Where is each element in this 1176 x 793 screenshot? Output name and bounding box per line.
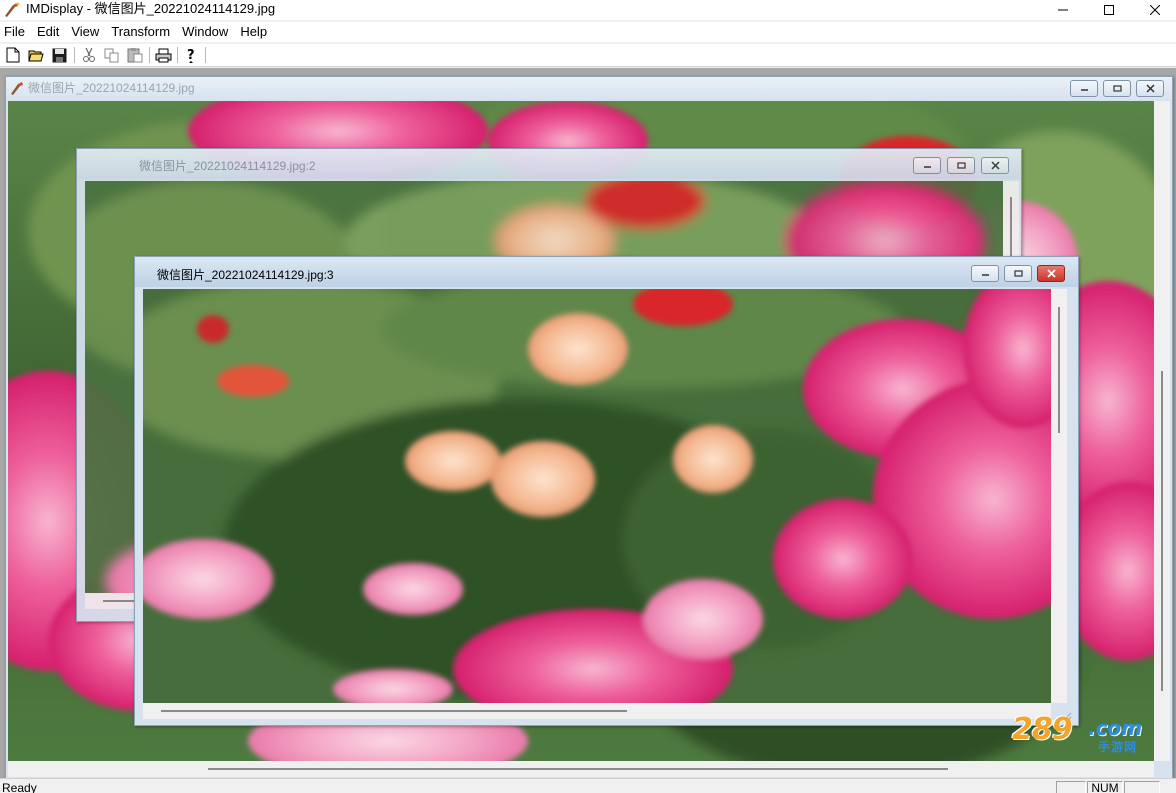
close-button[interactable] bbox=[1132, 0, 1176, 20]
status-panel-scroll bbox=[1124, 781, 1160, 793]
document-3-close-button[interactable] bbox=[1037, 265, 1065, 282]
restore-icon bbox=[956, 162, 966, 169]
document-1-horizontal-scrollbar[interactable] bbox=[8, 761, 1154, 777]
document-2-title-bar[interactable]: 微信图片_20221024114129.jpg:2 bbox=[77, 149, 1021, 179]
watermark-subtitle: 手游网 bbox=[1098, 740, 1138, 754]
document-window-3[interactable]: 微信图片_20221024114129.jpg:3 bbox=[134, 256, 1079, 726]
toolbar: ? bbox=[0, 44, 1176, 67]
title-bar: IMDisplay - 微信图片_20221024114129.jpg bbox=[0, 0, 1176, 20]
menu-transform[interactable]: Transform bbox=[105, 22, 176, 42]
scroll-thumb[interactable] bbox=[208, 768, 948, 770]
menu-bar: File Edit View Transform Window Help bbox=[0, 22, 1176, 42]
document-2-close-button[interactable] bbox=[981, 157, 1009, 174]
menu-view[interactable]: View bbox=[65, 22, 105, 42]
copy-icon bbox=[104, 48, 119, 62]
paste-icon bbox=[127, 48, 143, 63]
open-icon bbox=[28, 50, 44, 62]
document-3-image bbox=[143, 289, 1051, 703]
open-button[interactable] bbox=[27, 46, 45, 64]
save-button[interactable] bbox=[50, 46, 68, 64]
new-button[interactable] bbox=[4, 46, 22, 64]
watermark-domain: .com bbox=[1088, 716, 1143, 740]
close-icon bbox=[990, 161, 1000, 170]
status-panel-cap bbox=[1056, 781, 1086, 793]
scroll-thumb[interactable] bbox=[1161, 371, 1163, 691]
help-button[interactable]: ? bbox=[183, 46, 201, 64]
minimize-button[interactable] bbox=[1040, 0, 1086, 20]
app-window: IMDisplay - 微信图片_20221024114129.jpg File… bbox=[0, 0, 1176, 793]
watermark-number: 289 bbox=[1012, 712, 1073, 747]
document-1-restore-button[interactable] bbox=[1103, 80, 1131, 97]
document-2-restore-button[interactable] bbox=[947, 157, 975, 174]
restore-icon bbox=[1013, 270, 1023, 277]
paste-button[interactable] bbox=[126, 46, 144, 64]
document-3-restore-button[interactable] bbox=[1004, 265, 1032, 282]
save-icon bbox=[52, 48, 66, 62]
mdi-client-area: 微信图片_20221024114129.jpg 微信图片_20221024114… bbox=[0, 68, 1176, 778]
cut-icon bbox=[83, 47, 95, 62]
window-title: IMDisplay - 微信图片_20221024114129.jpg bbox=[26, 1, 276, 16]
site-watermark: 289 .com 手游网 bbox=[1012, 712, 1152, 754]
status-text: Ready bbox=[2, 781, 37, 793]
menu-file[interactable]: File bbox=[0, 22, 31, 42]
toolbar-separator bbox=[205, 47, 206, 63]
document-1-title: 微信图片_20221024114129.jpg bbox=[28, 81, 195, 95]
close-icon bbox=[1145, 84, 1155, 93]
document-3-vertical-scrollbar[interactable] bbox=[1051, 289, 1067, 703]
document-1-minimize-button[interactable] bbox=[1070, 80, 1098, 97]
status-panel-num: NUM bbox=[1087, 781, 1123, 793]
menu-window[interactable]: Window bbox=[176, 22, 234, 42]
scroll-thumb[interactable] bbox=[161, 710, 627, 712]
minimize-icon bbox=[1080, 89, 1088, 91]
maximize-button[interactable] bbox=[1086, 0, 1132, 20]
rose-photo bbox=[143, 289, 1051, 703]
toolbar-separator bbox=[149, 47, 150, 63]
document-3-title: 微信图片_20221024114129.jpg:3 bbox=[157, 268, 334, 282]
document-3-horizontal-scrollbar[interactable] bbox=[143, 703, 1051, 719]
app-icon bbox=[5, 2, 20, 17]
document-3-title-bar[interactable]: 微信图片_20221024114129.jpg:3 bbox=[135, 257, 1078, 287]
toolbar-separator bbox=[177, 47, 178, 63]
help-icon: ? bbox=[187, 48, 195, 63]
close-icon bbox=[1150, 5, 1160, 15]
copy-button[interactable] bbox=[103, 46, 121, 64]
minimize-icon bbox=[923, 166, 931, 168]
cut-button[interactable] bbox=[80, 46, 98, 64]
menu-help[interactable]: Help bbox=[234, 22, 273, 42]
scroll-thumb[interactable] bbox=[103, 600, 135, 602]
print-button[interactable] bbox=[154, 46, 172, 64]
document-3-minimize-button[interactable] bbox=[971, 265, 999, 282]
toolbar-separator bbox=[74, 47, 75, 63]
maximize-icon bbox=[1104, 5, 1114, 15]
scroll-thumb[interactable] bbox=[1058, 307, 1060, 433]
document-icon bbox=[11, 82, 23, 95]
status-bar: Ready NUM bbox=[0, 778, 1176, 793]
svg-text:?: ? bbox=[187, 48, 195, 63]
document-1-close-button[interactable] bbox=[1136, 80, 1164, 97]
minimize-icon bbox=[981, 274, 989, 276]
document-1-title-bar[interactable]: 微信图片_20221024114129.jpg bbox=[6, 77, 1172, 99]
new-icon bbox=[6, 47, 20, 63]
restore-icon bbox=[1112, 85, 1122, 92]
minimize-icon bbox=[1058, 9, 1068, 11]
close-icon bbox=[1046, 269, 1056, 278]
print-icon bbox=[155, 48, 171, 62]
menu-edit[interactable]: Edit bbox=[31, 22, 65, 42]
document-2-title: 微信图片_20221024114129.jpg:2 bbox=[139, 159, 316, 173]
document-1-vertical-scrollbar[interactable] bbox=[1154, 101, 1170, 761]
document-2-minimize-button[interactable] bbox=[913, 157, 941, 174]
